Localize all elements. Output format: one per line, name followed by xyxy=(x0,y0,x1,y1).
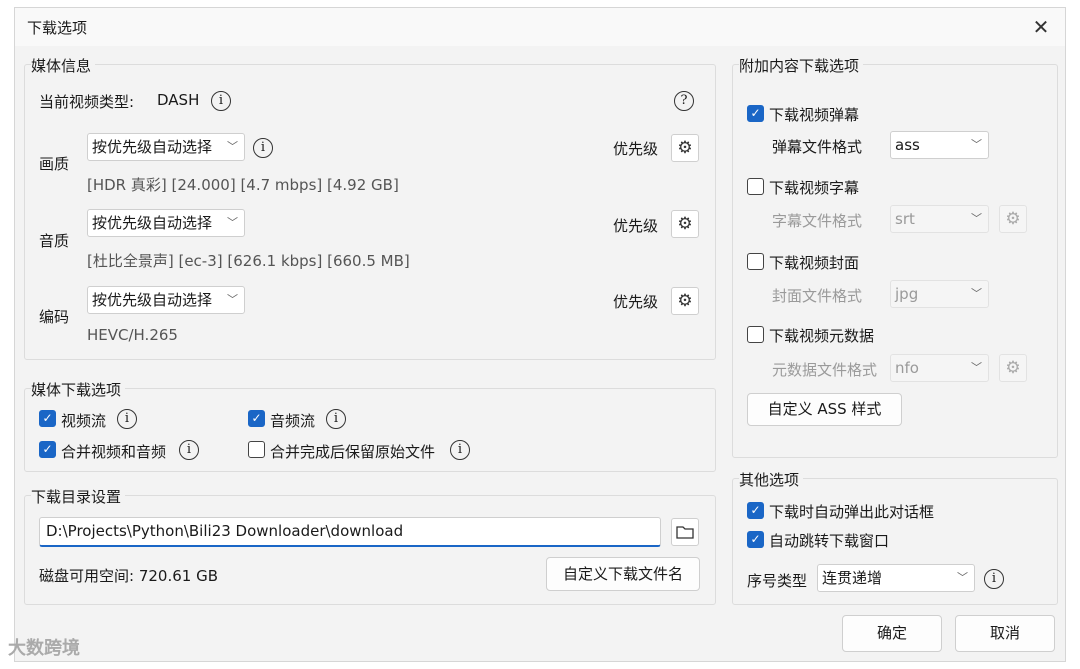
auto-jump-checkbox[interactable]: ✓ xyxy=(747,531,764,548)
quality-details: [HDR 真彩] [24.000] [4.7 mbps] [4.92 GB] xyxy=(87,176,399,194)
media-download-title: 媒体下载选项 xyxy=(31,379,126,400)
custom-ass-style-button[interactable]: 自定义 ASS 样式 xyxy=(747,393,902,426)
cancel-button[interactable]: 取消 xyxy=(955,615,1055,652)
video-type-info-icon[interactable]: i xyxy=(211,91,231,111)
seq-type-value: 连贯递增 xyxy=(822,569,883,587)
quality-priority-gear-icon[interactable]: ⚙ xyxy=(671,134,699,162)
audio-priority-gear-icon[interactable]: ⚙ xyxy=(671,210,699,238)
keep-original-label: 合并完成后保留原始文件 xyxy=(270,443,436,461)
danmaku-label: 下载视频弹幕 xyxy=(769,106,860,124)
watermark-logo: 大数跨境 xyxy=(8,638,80,659)
other-options-title: 其他选项 xyxy=(739,469,804,490)
chevron-down-icon: ﹀ xyxy=(971,212,982,225)
dialog-title: 下载选项 xyxy=(27,19,88,37)
codec-select[interactable]: 按优先级自动选择 ﹀ xyxy=(87,286,245,314)
audio-stream-label: 音频流 xyxy=(270,412,316,430)
disk-space-label: 磁盘可用空间: 720.61 GB xyxy=(39,567,218,585)
seq-type-label: 序号类型 xyxy=(747,572,808,590)
quality-label: 画质 xyxy=(39,155,70,173)
audio-details: [杜比全景声] [ec-3] [626.1 kbps] [660.5 MB] xyxy=(87,252,410,270)
media-info-title: 媒体信息 xyxy=(31,55,96,76)
seq-type-info-icon[interactable]: i xyxy=(984,569,1004,589)
chevron-down-icon: ﹀ xyxy=(227,216,238,229)
ok-button[interactable]: 确定 xyxy=(842,615,942,652)
cover-format-value: jpg xyxy=(895,285,919,303)
auto-popup-label: 下载时自动弹出此对话框 xyxy=(769,503,935,521)
merge-label: 合并视频和音频 xyxy=(61,443,167,461)
codec-details: HEVC/H.265 xyxy=(87,326,178,344)
audio-stream-checkbox[interactable]: ✓ xyxy=(248,410,265,427)
subtitle-format-select[interactable]: srt ﹀ xyxy=(890,205,989,233)
quality-select[interactable]: 按优先级自动选择 ﹀ xyxy=(87,133,245,161)
video-type-value: DASH xyxy=(157,91,200,109)
chevron-down-icon: ﹀ xyxy=(227,140,238,153)
codec-priority-label: 优先级 xyxy=(613,293,659,311)
danmaku-checkbox[interactable]: ✓ xyxy=(747,105,764,122)
close-icon[interactable]: ✕ xyxy=(1027,14,1055,40)
video-type-label: 当前视频类型: xyxy=(39,93,135,111)
audio-select-value: 按优先级自动选择 xyxy=(92,214,213,232)
subtitle-checkbox[interactable] xyxy=(747,178,764,195)
danmaku-format-label: 弹幕文件格式 xyxy=(772,138,863,156)
download-options-dialog: 下载选项 ✕ 媒体信息 当前视频类型: DASH i ? 画质 按优先级自动选择… xyxy=(14,7,1066,662)
audio-select[interactable]: 按优先级自动选择 ﹀ xyxy=(87,209,245,237)
quality-priority-label: 优先级 xyxy=(613,140,659,158)
quality-select-value: 按优先级自动选择 xyxy=(92,138,213,156)
chevron-down-icon: ﹀ xyxy=(227,293,238,306)
subtitle-gear-icon[interactable]: ⚙ xyxy=(999,205,1027,233)
danmaku-format-value: ass xyxy=(895,136,920,154)
auto-popup-checkbox[interactable]: ✓ xyxy=(747,502,764,519)
metadata-format-value: nfo xyxy=(895,359,919,377)
seq-type-select[interactable]: 连贯递增 ﹀ xyxy=(817,564,975,592)
extras-title: 附加内容下载选项 xyxy=(739,55,864,76)
metadata-format-label: 元数据文件格式 xyxy=(772,361,878,379)
keep-original-info-icon[interactable]: i xyxy=(450,440,470,460)
custom-filename-button[interactable]: 自定义下载文件名 xyxy=(546,557,700,591)
folder-icon[interactable] xyxy=(671,518,699,546)
quality-info-icon[interactable]: i xyxy=(253,138,273,158)
merge-info-icon[interactable]: i xyxy=(179,440,199,460)
danmaku-format-select[interactable]: ass ﹀ xyxy=(890,131,989,159)
subtitle-format-label: 字幕文件格式 xyxy=(772,212,863,230)
cover-label: 下载视频封面 xyxy=(769,254,860,272)
metadata-label: 下载视频元数据 xyxy=(769,327,875,345)
cover-format-select[interactable]: jpg ﹀ xyxy=(890,280,989,308)
video-stream-label: 视频流 xyxy=(61,412,107,430)
directory-title: 下载目录设置 xyxy=(31,486,126,507)
chevron-down-icon: ﹀ xyxy=(971,138,982,151)
cover-checkbox[interactable] xyxy=(747,253,764,270)
cover-format-label: 封面文件格式 xyxy=(772,287,863,305)
codec-select-value: 按优先级自动选择 xyxy=(92,291,213,309)
keep-original-checkbox[interactable] xyxy=(248,441,265,458)
metadata-gear-icon[interactable]: ⚙ xyxy=(999,354,1027,382)
subtitle-format-value: srt xyxy=(895,210,915,228)
chevron-down-icon: ﹀ xyxy=(971,361,982,374)
chevron-down-icon: ﹀ xyxy=(971,287,982,300)
video-stream-info-icon[interactable]: i xyxy=(117,409,137,429)
metadata-checkbox[interactable] xyxy=(747,326,764,343)
subtitle-label: 下载视频字幕 xyxy=(769,179,860,197)
audio-priority-label: 优先级 xyxy=(613,217,659,235)
chevron-down-icon: ﹀ xyxy=(957,571,968,584)
video-stream-checkbox[interactable]: ✓ xyxy=(39,410,56,427)
download-path-input[interactable]: D:\Projects\Python\Bili23 Downloader\dow… xyxy=(39,517,661,547)
auto-jump-label: 自动跳转下载窗口 xyxy=(769,532,890,550)
metadata-format-select[interactable]: nfo ﹀ xyxy=(890,354,989,382)
codec-label: 编码 xyxy=(39,308,70,326)
help-icon[interactable]: ? xyxy=(674,91,694,111)
merge-checkbox[interactable]: ✓ xyxy=(39,441,56,458)
title-bar: 下载选项 ✕ xyxy=(15,8,1065,46)
audio-label: 音质 xyxy=(39,232,70,250)
audio-stream-info-icon[interactable]: i xyxy=(326,409,346,429)
codec-priority-gear-icon[interactable]: ⚙ xyxy=(671,287,699,315)
